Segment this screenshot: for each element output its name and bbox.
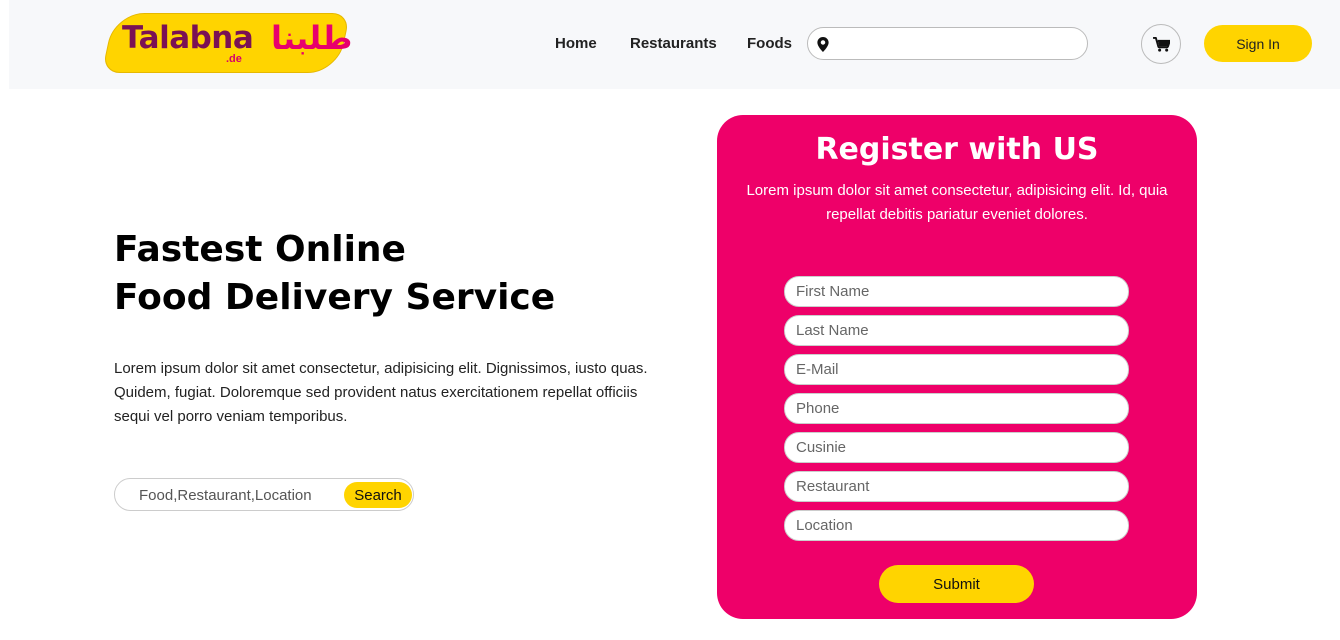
location-search-input[interactable] [836,32,1076,56]
submit-button[interactable]: Submit [879,565,1034,603]
hero-title-line-2: Food Delivery Service [114,277,556,318]
hero-title-line-1: Fastest Online [114,229,406,270]
nav-link-restaurants[interactable]: Restaurants [630,35,717,52]
cuisine-field[interactable] [784,432,1129,463]
logo-tld-text: .de [226,53,242,65]
first-name-field[interactable] [784,276,1129,307]
restaurant-field[interactable] [784,471,1129,502]
map-marker-icon [817,37,829,52]
nav-link-foods[interactable]: Foods [747,35,792,52]
logo-arabic-text: طلبنا [271,19,353,57]
phone-field[interactable] [784,393,1129,424]
sign-in-button[interactable]: Sign In [1204,25,1312,62]
hero-search-input[interactable] [139,484,339,506]
cart-button[interactable] [1141,24,1181,64]
email-field[interactable] [784,354,1129,385]
hero-title: Fastest Online Food Delivery Service [114,226,674,322]
hero-description: Lorem ipsum dolor sit amet consectetur, … [114,360,648,425]
talabna-logo[interactable]: Talabna .de طلبنا [101,13,352,73]
nav-link-home[interactable]: Home [555,35,597,52]
logo-brand-text: Talabna [122,20,254,56]
search-button[interactable]: Search [344,482,412,508]
register-title: Register with US [815,132,1099,167]
register-card: Register with US Lorem ipsum dolor sit a… [717,115,1197,619]
location-search-box [807,27,1088,60]
hero-search-box: Search [114,478,414,511]
shopping-cart-icon [1152,36,1170,52]
location-field[interactable] [784,510,1129,541]
register-description: Lorem ipsum dolor sit amet consectetur, … [746,182,1168,223]
last-name-field[interactable] [784,315,1129,346]
